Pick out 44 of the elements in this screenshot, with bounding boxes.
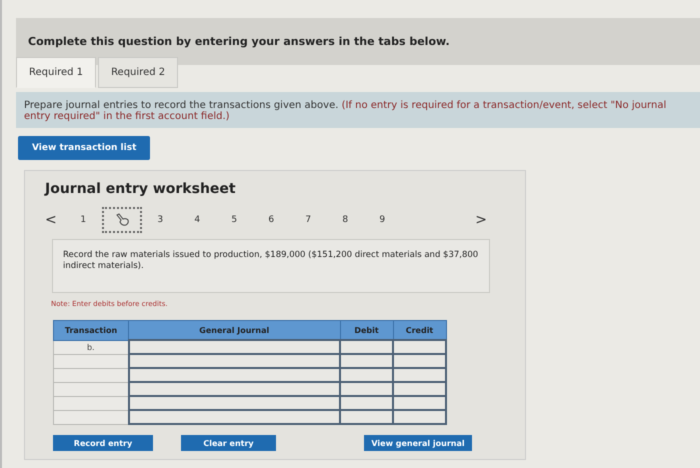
input-field[interactable] [393, 396, 446, 410]
input-field[interactable] [340, 368, 393, 382]
input-field[interactable] [340, 410, 393, 424]
action-button[interactable]: View general journal [364, 435, 472, 451]
tab[interactable]: Required 1 [16, 57, 96, 88]
column-header: Transaction [54, 320, 128, 340]
page-button[interactable]: 4 [178, 207, 216, 233]
input-field[interactable] [128, 354, 340, 368]
input-field[interactable] [393, 340, 446, 354]
input-field[interactable] [340, 340, 393, 354]
previous-button[interactable]: < [45, 212, 65, 228]
description-text: Record the raw materials issued to production, $189,000 ($151,200 direct materials and $37,800 indirect materials). [63, 250, 478, 272]
input-field[interactable] [340, 382, 393, 396]
input-field[interactable] [393, 382, 446, 396]
page-button[interactable] [102, 207, 142, 233]
header-text: Complete this question by entering your answers in the tabs below. [28, 35, 450, 48]
input-field[interactable] [128, 382, 340, 396]
input-field[interactable] [128, 410, 340, 424]
page-button[interactable]: 6 [252, 207, 290, 233]
input-field[interactable] [393, 410, 446, 424]
input-field[interactable] [128, 396, 340, 410]
tab[interactable]: Required 2 [98, 57, 178, 88]
page-button[interactable]: 5 [216, 207, 253, 233]
page-button[interactable]: 1 [64, 207, 102, 233]
column-header: Credit [393, 320, 446, 340]
worksheet-title: Journal entry worksheet [45, 181, 237, 197]
page-button[interactable]: 9 [364, 207, 401, 233]
table-cell: b. [54, 340, 128, 354]
input-field[interactable] [340, 354, 393, 368]
column-header: Debit [340, 320, 393, 340]
input-field[interactable] [340, 396, 393, 410]
page-button[interactable]: 7 [290, 207, 327, 233]
next-button[interactable]: > [475, 212, 495, 228]
action-button[interactable]: Clear entry [181, 435, 276, 451]
column-header: General Journal [128, 320, 340, 340]
input-field[interactable] [393, 354, 446, 368]
page-button[interactable]: 3 [142, 207, 179, 233]
instructions-text: Prepare journal entries to record the transactions given above. (If no entry is required for a transaction/event, select "No journal entry required" in the first account field.) [24, 100, 666, 122]
action-button[interactable]: Record entry [53, 435, 153, 451]
input-field[interactable] [128, 368, 340, 382]
view-transaction-button[interactable]: View transaction list [18, 136, 150, 160]
page-button[interactable]: 8 [326, 207, 364, 233]
input-field[interactable] [128, 340, 340, 354]
input-field[interactable] [393, 368, 446, 382]
